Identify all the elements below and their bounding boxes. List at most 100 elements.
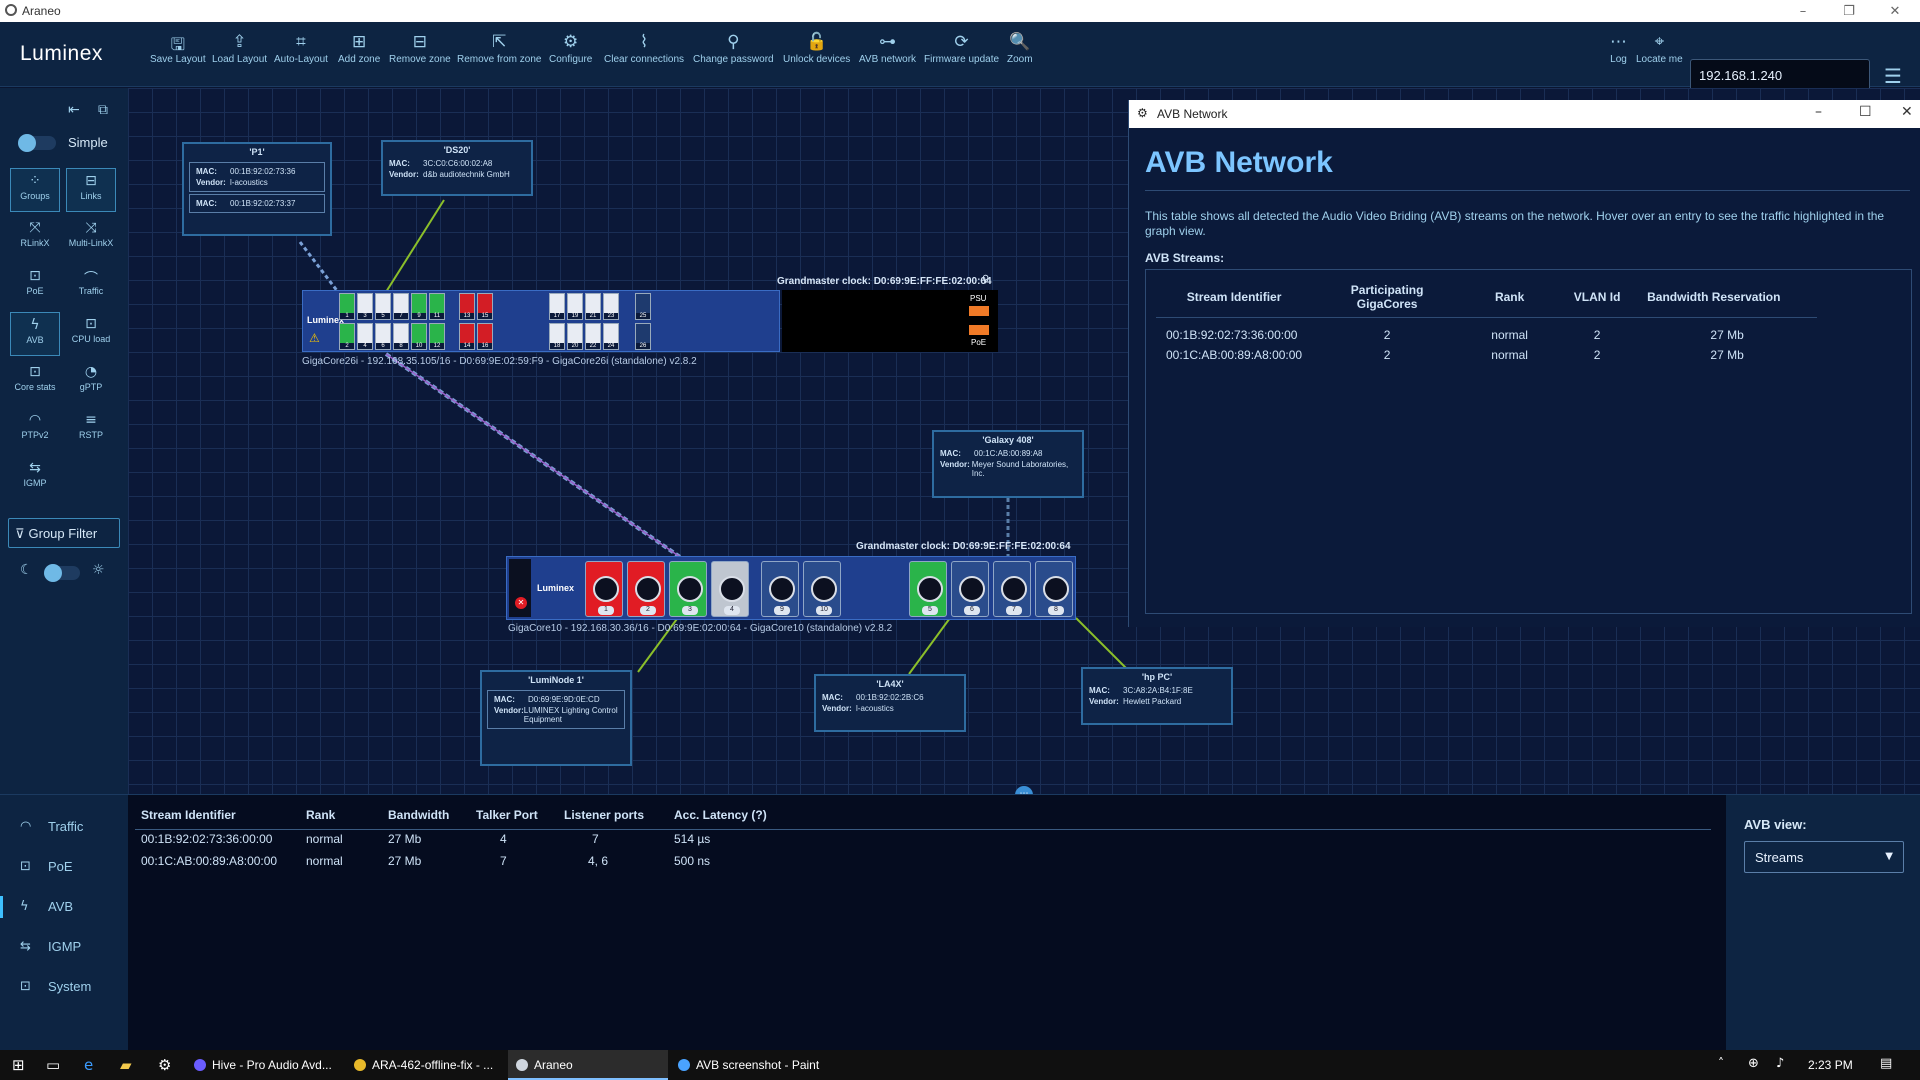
switch1-port-14[interactable]: 14	[459, 323, 475, 350]
device-card-luminode-1[interactable]: 'LumiNode 1' MAC: D0:69:9E:9D:0E:CD Vendo…	[480, 670, 632, 766]
switch1-port-21[interactable]: 21	[585, 293, 601, 320]
switch1-port-13[interactable]: 13	[459, 293, 475, 320]
locate-me-button[interactable]: ⌖ Locate me	[1636, 32, 1683, 82]
switch2-port-5[interactable]: 5	[909, 561, 947, 617]
grandmaster-search-icon[interactable]: ⚲	[982, 274, 989, 285]
remove-from-zone-button[interactable]: ⇱ Remove from zone	[457, 32, 541, 82]
taskbar-item-paint[interactable]: AVB screenshot - Paint	[670, 1050, 830, 1080]
popout-icon[interactable]: ⧉	[98, 102, 108, 118]
remove-zone-button[interactable]: ⊟ Remove zone	[389, 32, 451, 82]
table-row[interactable]: 00:1B:92:02:73:36:00:00 normal 27 Mb 4 7…	[135, 828, 788, 850]
switch1-port-1[interactable]: 1	[339, 293, 355, 320]
gigacore26i-switch[interactable]: Luminex ⚠ 1 2 3 4 5 6 7 8 9 10 11 12 13 14 15 16 17 18 19 2…	[302, 290, 780, 352]
notification-icon[interactable]: ▤	[1880, 1056, 1892, 1071]
switch1-port-6[interactable]: 6	[375, 323, 391, 350]
switch2-port-8[interactable]: 8	[1035, 561, 1073, 617]
add-zone-button[interactable]: ⊞ Add zone	[338, 32, 380, 82]
windows-start-icon[interactable]: ⊞	[12, 1056, 25, 1074]
switch1-port-15[interactable]: 15	[477, 293, 493, 320]
settings-icon[interactable]: ⚙	[158, 1056, 171, 1074]
device-card-hp-pc[interactable]: 'hp PC' MAC: 3C:A8:2A:B4:1F:8E Vendor: Hew…	[1081, 667, 1233, 725]
switch2-port-1[interactable]: 1	[585, 561, 623, 617]
save-layout-button[interactable]: 🖫 Save Layout	[150, 32, 206, 82]
switch2-port-3[interactable]: 3	[669, 561, 707, 617]
switch1-port-16[interactable]: 16	[477, 323, 493, 350]
gptp-button[interactable]: ◔ gPTP	[66, 360, 116, 404]
avb-network-button[interactable]: ⊶ AVB network	[859, 32, 916, 82]
switch1-port-7[interactable]: 7	[393, 293, 409, 320]
switch1-port-23[interactable]: 23	[603, 293, 619, 320]
ip-address-field[interactable]: 192.168.1.240	[1690, 59, 1870, 91]
bottom-nav-poe[interactable]: ⊡ PoE	[20, 859, 73, 874]
switch1-port-24[interactable]: 24	[603, 323, 619, 350]
links-button[interactable]: ⊟ Links	[66, 168, 116, 212]
device-card-la4x[interactable]: 'LA4X' MAC: 00:1B:92:02:2B:C6 Vendor: l-ac…	[814, 674, 966, 732]
traffic-button[interactable]: ⌒ Traffic	[66, 264, 116, 308]
device-card-galaxy-408[interactable]: 'Galaxy 408' MAC: 00:1C:AB:00:89:A8 Vendo…	[932, 430, 1084, 498]
change-password-button[interactable]: ⚲ Change password	[693, 32, 774, 82]
collapse-sidebar-icon[interactable]: ⇤	[68, 102, 80, 118]
taskbar-clock[interactable]: 2:23 PM	[1808, 1058, 1853, 1072]
bottom-nav-traffic[interactable]: ◠ Traffic	[20, 819, 83, 834]
avb-view-select[interactable]: Streams ▼	[1744, 841, 1904, 873]
avb-button[interactable]: ϟ AVB	[10, 312, 60, 356]
device-card-p1[interactable]: 'P1' MAC: 00:1B:92:02:73:36 Vendor: l-acou…	[182, 142, 332, 236]
switch1-port-9[interactable]: 9	[411, 293, 427, 320]
file-explorer-icon[interactable]: ▰	[120, 1056, 132, 1074]
switch2-port-7[interactable]: 7	[993, 561, 1031, 617]
table-row[interactable]: 00:1C:AB:00:89:A8:00:00 2 normal 2 27 Mb	[1156, 345, 1817, 365]
task-view-icon[interactable]: ▭	[46, 1056, 60, 1074]
switch1-port-22[interactable]: 22	[585, 323, 601, 350]
auto-layout-button[interactable]: ⌗ Auto-Layout	[274, 32, 328, 82]
switch1-port-25[interactable]: 25	[635, 293, 651, 320]
log-button[interactable]: ⋯ Log	[1610, 32, 1627, 82]
ptpv2-button[interactable]: ◠ PTPv2	[10, 408, 60, 452]
close-window-button[interactable]: ✕	[1872, 0, 1918, 22]
minimize-button[interactable]: –	[1780, 0, 1826, 22]
avb-minimize-button[interactable]: –	[1815, 104, 1822, 120]
device-card-ds20[interactable]: 'DS20' MAC: 3C:C0:C6:00:02:A8 Vendor: d&b …	[381, 140, 533, 196]
switch2-port-10[interactable]: 10	[803, 561, 841, 617]
switch1-port-17[interactable]: 17	[549, 293, 565, 320]
switch2-port-4[interactable]: 4	[711, 561, 749, 617]
bottom-nav-avb[interactable]: ϟ AVB	[20, 899, 73, 914]
firmware-update-button[interactable]: ⟳ Firmware update	[924, 32, 999, 82]
clear-connections-button[interactable]: ⌇ Clear connections	[604, 32, 684, 82]
switch1-port-18[interactable]: 18	[549, 323, 565, 350]
switch1-port-11[interactable]: 11	[429, 293, 445, 320]
cpu-load-button[interactable]: ⊡ CPU load	[66, 312, 116, 356]
poe-button[interactable]: ⊡ PoE	[10, 264, 60, 308]
switch1-port-8[interactable]: 8	[393, 323, 409, 350]
load-layout-button[interactable]: ⇪ Load Layout	[212, 32, 267, 82]
bottom-nav-igmp[interactable]: ⇆ IGMP	[20, 939, 81, 954]
switch1-port-12[interactable]: 12	[429, 323, 445, 350]
simple-mode-toggle[interactable]	[18, 134, 56, 152]
zoom-button[interactable]: 🔍 Zoom	[1007, 32, 1033, 82]
switch2-port-2[interactable]: 2	[627, 561, 665, 617]
gigacore10-switch[interactable]: ✕ Luminex 1 2 3 4 9 10 5 6 7 8	[506, 556, 1076, 620]
speaker-icon[interactable]: ♪	[1776, 1056, 1784, 1071]
core-stats-button[interactable]: ⊡ Core stats	[10, 360, 60, 404]
globe-icon[interactable]: ⊕	[1748, 1056, 1759, 1071]
configure-button[interactable]: ⚙ Configure	[549, 32, 592, 82]
edge-icon[interactable]: e	[84, 1056, 93, 1074]
avb-maximize-button[interactable]: ☐	[1859, 104, 1872, 120]
multi-linkx-button[interactable]: ⤨ Multi-LinkX	[66, 216, 116, 260]
rlinkx-button[interactable]: ⤧ RLinkX	[10, 216, 60, 260]
unlock-devices-button[interactable]: 🔓 Unlock devices	[783, 32, 850, 82]
switch1-port-19[interactable]: 19	[567, 293, 583, 320]
switch1-port-20[interactable]: 20	[567, 323, 583, 350]
taskbar-item-araneo[interactable]: Araneo	[508, 1050, 668, 1080]
chevron-up-icon[interactable]: ˄	[1718, 1056, 1724, 1070]
rstp-button[interactable]: ≡ RSTP	[66, 408, 116, 452]
taskbar-item-hive[interactable]: Hive - Pro Audio Avd...	[186, 1050, 342, 1080]
switch1-port-26[interactable]: 26	[635, 323, 651, 350]
avb-close-button[interactable]: ✕	[1901, 104, 1913, 120]
table-row[interactable]: 00:1B:92:02:73:36:00:00 2 normal 2 27 Mb	[1156, 318, 1817, 346]
switch1-port-4[interactable]: 4	[357, 323, 373, 350]
group-filter-button[interactable]: ⊽ Group Filter	[8, 518, 120, 548]
theme-toggle[interactable]	[44, 564, 80, 582]
groups-button[interactable]: ⁘ Groups	[10, 168, 60, 212]
menu-icon[interactable]: ☰	[1884, 64, 1902, 88]
taskbar-item-chrome[interactable]: ARA-462-offline-fix - ...	[346, 1050, 506, 1080]
